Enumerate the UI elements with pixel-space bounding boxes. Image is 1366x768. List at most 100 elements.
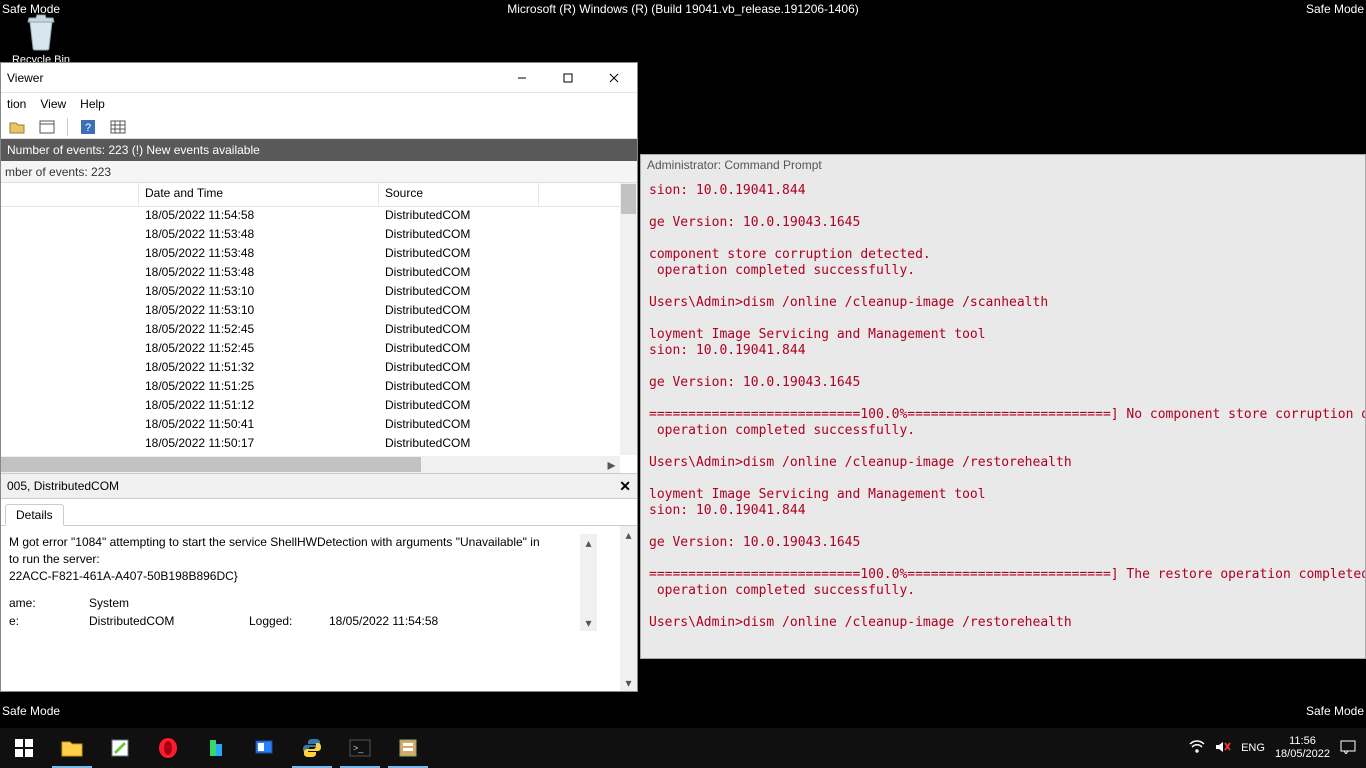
taskbar-app-blue[interactable] xyxy=(240,728,288,768)
cell-datetime: 18/05/2022 11:53:10 xyxy=(139,283,379,302)
table-row[interactable]: 18/05/2022 11:53:48DistributedCOM xyxy=(1,264,637,283)
event-viewer-titlebar[interactable]: Viewer xyxy=(1,63,637,93)
recycle-bin-icon xyxy=(23,12,59,52)
recycle-bin-shortcut[interactable]: Recycle Bin xyxy=(6,12,76,66)
taskbar: >_ ENG 11:56 18/05/2022 xyxy=(0,728,1366,768)
cell-source: DistributedCOM xyxy=(379,302,539,321)
command-prompt-body[interactable]: sion: 10.0.19041.844 ge Version: 10.0.19… xyxy=(641,177,1365,658)
event-table-hscroll[interactable]: ▸ xyxy=(1,456,620,473)
taskbar-cmd[interactable]: >_ xyxy=(336,728,384,768)
notifications-icon[interactable] xyxy=(1340,740,1356,757)
col-source[interactable]: Source xyxy=(379,183,539,206)
event-message-line: 22ACC-F821-461A-A407-50B198B896DC} xyxy=(9,568,549,585)
taskbar-notepadpp[interactable] xyxy=(96,728,144,768)
system-tray: ENG 11:56 18/05/2022 xyxy=(1189,735,1366,761)
table-row[interactable]: 18/05/2022 11:54:58DistributedCOM xyxy=(1,207,637,226)
table-row[interactable]: 18/05/2022 11:51:32DistributedCOM xyxy=(1,359,637,378)
field-source-label: e: xyxy=(9,614,89,628)
cell-datetime: 18/05/2022 11:53:48 xyxy=(139,245,379,264)
event-message-line: to run the server: xyxy=(9,551,549,568)
table-row[interactable]: 18/05/2022 11:53:48DistributedCOM xyxy=(1,226,637,245)
event-detail-body: M got error "1084" attempting to start t… xyxy=(1,526,637,691)
event-count-subheader: mber of events: 223 xyxy=(1,161,637,183)
table-row[interactable]: 18/05/2022 11:50:17DistributedCOM xyxy=(1,435,637,454)
toolbar-help-icon[interactable]: ? xyxy=(78,118,98,136)
menu-help[interactable]: Help xyxy=(80,97,105,111)
volume-muted-icon[interactable] xyxy=(1215,740,1231,757)
cell-source: DistributedCOM xyxy=(379,340,539,359)
toolbar-properties-icon[interactable] xyxy=(37,118,57,136)
cell-source: DistributedCOM xyxy=(379,416,539,435)
event-table-vscroll[interactable] xyxy=(620,183,637,455)
start-button[interactable] xyxy=(0,728,48,768)
scroll-thumb[interactable] xyxy=(621,184,636,214)
field-logname-value: System xyxy=(89,596,249,610)
cell-datetime: 18/05/2022 11:52:45 xyxy=(139,321,379,340)
cell-source: DistributedCOM xyxy=(379,378,539,397)
event-detail-close-icon[interactable]: ✕ xyxy=(619,478,631,495)
cell-datetime: 18/05/2022 11:51:25 xyxy=(139,378,379,397)
tray-date: 18/05/2022 xyxy=(1275,748,1330,761)
field-logged-value: 18/05/2022 11:54:58 xyxy=(329,614,489,628)
table-row[interactable]: 18/05/2022 11:53:10DistributedCOM xyxy=(1,302,637,321)
scroll-up-icon[interactable]: ▴ xyxy=(620,526,637,543)
taskbar-python[interactable] xyxy=(288,728,336,768)
event-viewer-title: Viewer xyxy=(1,71,43,85)
table-row[interactable]: 18/05/2022 11:52:45DistributedCOM xyxy=(1,321,637,340)
table-row[interactable]: 18/05/2022 11:53:10DistributedCOM xyxy=(1,283,637,302)
toolbar-grid-icon[interactable] xyxy=(108,118,128,136)
cell-datetime: 18/05/2022 11:54:58 xyxy=(139,207,379,226)
safe-mode-corner-bl: Safe Mode xyxy=(2,704,60,718)
cell-datetime: 18/05/2022 11:53:48 xyxy=(139,226,379,245)
menu-view[interactable]: View xyxy=(40,97,66,111)
scroll-right-icon[interactable]: ▸ xyxy=(603,456,620,473)
maximize-button[interactable] xyxy=(545,63,591,93)
table-row[interactable]: 18/05/2022 11:52:45DistributedCOM xyxy=(1,340,637,359)
close-button[interactable] xyxy=(591,63,637,93)
taskbar-eventviewer[interactable] xyxy=(384,728,432,768)
event-table: Date and Time Source 18/05/2022 11:54:58… xyxy=(1,183,637,473)
field-source-value: DistributedCOM xyxy=(89,614,249,628)
svg-text:?: ? xyxy=(85,122,91,134)
cell-source: DistributedCOM xyxy=(379,397,539,416)
command-prompt-title[interactable]: Administrator: Command Prompt xyxy=(641,155,1365,177)
cell-datetime: 18/05/2022 11:51:32 xyxy=(139,359,379,378)
cell-source: DistributedCOM xyxy=(379,207,539,226)
tray-clock[interactable]: 11:56 18/05/2022 xyxy=(1275,735,1330,761)
safe-mode-corner-br: Safe Mode xyxy=(1306,704,1364,718)
taskbar-app-green[interactable] xyxy=(192,728,240,768)
event-viewer-menubar: tion View Help xyxy=(1,93,637,115)
table-row[interactable]: 18/05/2022 11:51:12DistributedCOM xyxy=(1,397,637,416)
scroll-down-icon[interactable]: ▾ xyxy=(620,674,637,691)
tab-details[interactable]: Details xyxy=(5,504,64,526)
taskbar-explorer[interactable] xyxy=(48,728,96,768)
cell-source: DistributedCOM xyxy=(379,264,539,283)
table-row[interactable]: 18/05/2022 11:53:48DistributedCOM xyxy=(1,245,637,264)
cell-source: DistributedCOM xyxy=(379,226,539,245)
detail-outer-vscroll[interactable]: ▴▾ xyxy=(620,526,637,691)
event-message-line: M got error "1084" attempting to start t… xyxy=(9,534,549,551)
table-row[interactable]: 18/05/2022 11:50:41DistributedCOM xyxy=(1,416,637,435)
col-level[interactable] xyxy=(1,183,139,206)
col-date-time[interactable]: Date and Time xyxy=(139,183,379,206)
event-table-header: Date and Time Source xyxy=(1,183,637,207)
toolbar-open-icon[interactable] xyxy=(7,118,27,136)
scroll-down-icon[interactable]: ▾ xyxy=(580,614,597,631)
table-row[interactable]: 18/05/2022 11:51:25DistributedCOM xyxy=(1,378,637,397)
tray-time: 11:56 xyxy=(1275,735,1330,748)
language-indicator[interactable]: ENG xyxy=(1241,742,1265,754)
cell-source: DistributedCOM xyxy=(379,321,539,340)
scroll-thumb[interactable] xyxy=(1,457,421,472)
cell-source: DistributedCOM xyxy=(379,283,539,302)
cell-datetime: 18/05/2022 11:51:12 xyxy=(139,397,379,416)
cell-source: DistributedCOM xyxy=(379,245,539,264)
toolbar-separator xyxy=(67,118,68,136)
scroll-up-icon[interactable]: ▴ xyxy=(580,534,597,551)
event-viewer-toolbar: ? xyxy=(1,115,637,139)
minimize-button[interactable] xyxy=(499,63,545,93)
wifi-icon[interactable] xyxy=(1189,740,1205,757)
taskbar-opera[interactable] xyxy=(144,728,192,768)
command-prompt-window: Administrator: Command Prompt sion: 10.0… xyxy=(640,154,1366,659)
menu-action[interactable]: tion xyxy=(7,97,26,111)
detail-inner-vscroll[interactable]: ▴▾ xyxy=(580,534,597,631)
